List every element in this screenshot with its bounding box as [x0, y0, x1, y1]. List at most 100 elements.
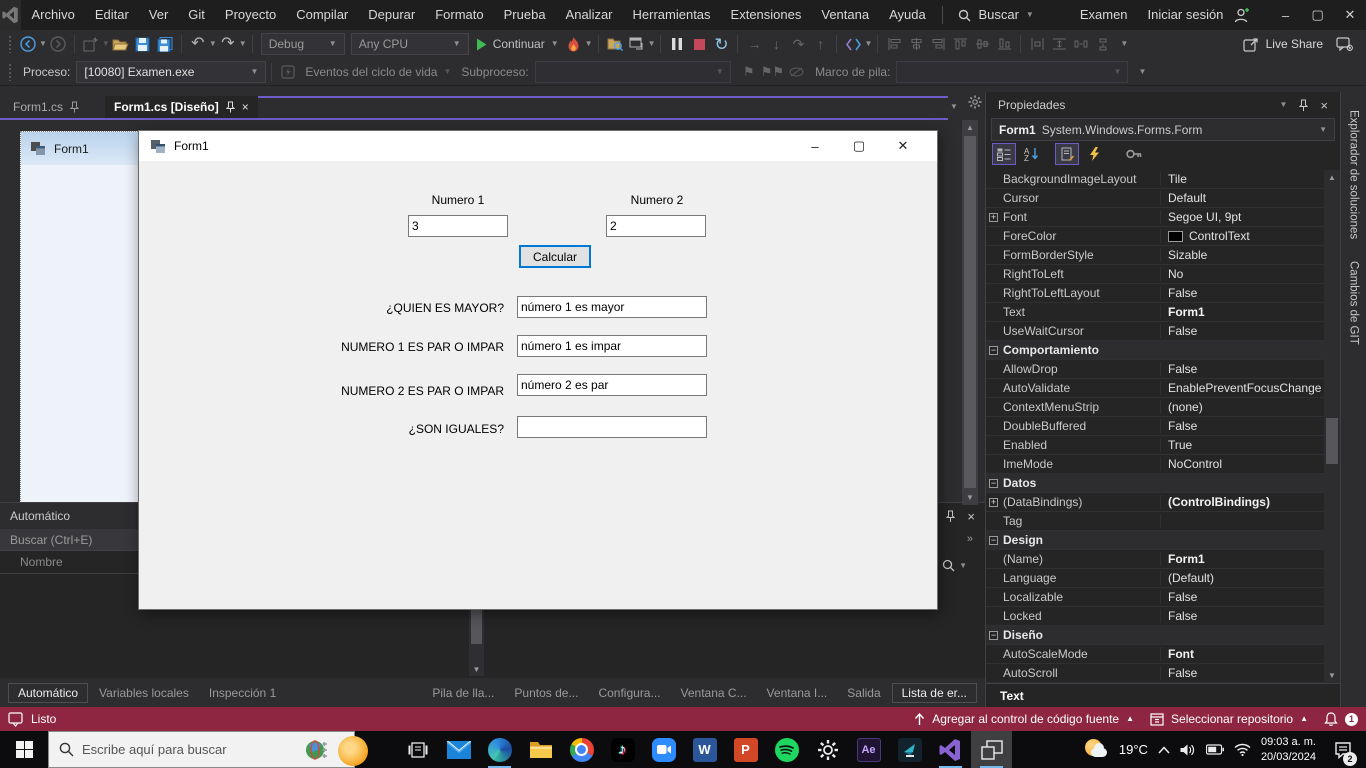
size-to-grid-button[interactable] — [1049, 33, 1069, 55]
tab-variables-locales[interactable]: Variables locales — [90, 684, 198, 702]
property-row[interactable]: AllowDropFalse — [986, 360, 1325, 379]
scrollbar-thumb[interactable] — [1326, 418, 1338, 464]
vertical-spacing-button[interactable] — [1093, 33, 1113, 55]
step-out-button[interactable]: ↑ — [810, 33, 830, 55]
property-row[interactable]: AutoValidateEnablePreventFocusChange — [986, 379, 1325, 398]
pin-icon[interactable] — [70, 101, 79, 113]
property-row[interactable]: BackgroundImageLayoutTile — [986, 170, 1325, 189]
spotify-app-icon[interactable] — [766, 731, 807, 768]
property-row[interactable]: CursorDefault — [986, 189, 1325, 208]
chevron-down-icon[interactable]: ▼ — [239, 40, 247, 48]
clock[interactable]: 09:03 a. m. 20/03/2024 — [1261, 735, 1316, 765]
menu-extensiones[interactable]: Extensiones — [721, 0, 812, 30]
property-row[interactable]: RightToLeftNo — [986, 265, 1325, 284]
expand-icon[interactable]: + — [989, 213, 998, 222]
tab-automatico[interactable]: Automático — [8, 683, 88, 703]
tab-explorador-de-soluciones[interactable]: Explorador de soluciones — [1348, 110, 1360, 239]
property-row[interactable]: RightToLeftLayoutFalse — [986, 284, 1325, 303]
edge-browser-icon[interactable] — [479, 731, 520, 768]
menu-git[interactable]: Git — [178, 0, 215, 30]
properties-view-button[interactable] — [1055, 143, 1079, 165]
panel-search-button[interactable]: ▼ — [942, 559, 967, 572]
horizontal-spacing-button[interactable] — [1071, 33, 1091, 55]
select-repository-button[interactable]: Seleccionar repositorio ▲ — [1150, 712, 1308, 726]
window-close-button[interactable]: ✕ — [1334, 0, 1366, 30]
property-row[interactable]: EnabledTrue — [986, 436, 1325, 455]
sign-in-link[interactable]: Iniciar sesión — [1138, 0, 1234, 30]
navigate-forward-button[interactable] — [48, 33, 68, 55]
visual-studio-app-icon[interactable] — [930, 731, 971, 768]
collapse-icon[interactable]: − — [989, 346, 998, 355]
tab-configuracion[interactable]: Configura... — [589, 684, 669, 702]
save-button[interactable] — [133, 33, 153, 55]
close-icon[interactable]: × — [242, 100, 249, 114]
solution-configurations-dropdown[interactable]: Debug ▼ — [261, 33, 345, 55]
menu-herramientas[interactable]: Herramientas — [623, 0, 721, 30]
show-hidden-icons-chevron[interactable] — [1158, 746, 1170, 754]
property-row[interactable]: Tag — [986, 512, 1325, 531]
property-pages-button[interactable] — [1122, 143, 1146, 165]
pin-icon[interactable] — [226, 101, 235, 113]
tab-ventana-inmediato[interactable]: Ventana I... — [758, 684, 837, 702]
chevron-down-icon[interactable]: ▼ — [585, 40, 593, 48]
menu-proyecto[interactable]: Proyecto — [215, 0, 286, 30]
align-centers-button[interactable] — [906, 33, 926, 55]
menu-editar[interactable]: Editar — [85, 0, 139, 30]
notifications-bell-button[interactable]: 1 — [1324, 712, 1358, 727]
property-row[interactable]: ImeModeNoControl — [986, 455, 1325, 474]
flag-threads-icon[interactable]: ⚑ — [739, 61, 759, 83]
make-same-width-button[interactable] — [1027, 33, 1047, 55]
tab-list-dropdown[interactable]: ▼ — [950, 98, 958, 112]
expand-icon[interactable]: + — [989, 498, 998, 507]
sign-in-user-icon[interactable] — [1233, 8, 1249, 23]
feedback-icon[interactable] — [1334, 33, 1354, 55]
scroll-down-arrow[interactable]: ▼ — [1324, 671, 1340, 680]
window-position-dropdown[interactable]: ▼ — [1279, 101, 1287, 109]
close-icon[interactable]: × — [1320, 98, 1328, 113]
hot-reload-button[interactable] — [564, 33, 584, 55]
lifecycle-events-icon[interactable] — [278, 61, 298, 83]
chevron-down-icon[interactable]: ▼ — [209, 40, 217, 48]
code-cleanup-button[interactable] — [843, 33, 863, 55]
numero2-input[interactable] — [606, 215, 706, 237]
chevron-down-icon[interactable]: ▼ — [102, 40, 110, 48]
align-bottoms-button[interactable] — [994, 33, 1014, 55]
stack-frame-dropdown[interactable]: ▼ — [896, 61, 1128, 83]
menu-prueba[interactable]: Prueba — [494, 0, 556, 30]
tiktok-app-icon[interactable]: ♪ — [602, 731, 643, 768]
weather-tray-icon[interactable] — [1083, 738, 1109, 762]
solution-platforms-dropdown[interactable]: Any CPU ▼ — [351, 33, 469, 55]
save-all-button[interactable] — [155, 33, 175, 55]
live-share-button[interactable]: Live Share — [1243, 33, 1323, 55]
scroll-up-arrow[interactable]: ▲ — [962, 123, 978, 132]
toolbar-grip[interactable] — [8, 63, 13, 81]
calcular-button[interactable]: Calcular — [519, 245, 591, 268]
step-over-button[interactable]: ↷ — [788, 33, 808, 55]
after-effects-app-icon[interactable]: Ae — [848, 731, 889, 768]
events-button[interactable] — [1082, 143, 1106, 165]
open-file-button[interactable] — [111, 33, 131, 55]
gear-icon[interactable] — [968, 95, 982, 109]
align-middles-button[interactable] — [972, 33, 992, 55]
new-project-button[interactable] — [81, 33, 101, 55]
menu-depurar[interactable]: Depurar — [358, 0, 425, 30]
quien-es-mayor-output[interactable] — [517, 296, 707, 318]
flag-group-icon[interactable]: ⚑⚑ — [761, 61, 784, 83]
property-row[interactable]: FormBorderStyleSizable — [986, 246, 1325, 265]
show-next-statement-button[interactable]: → — [744, 33, 764, 55]
editor-scrollbar[interactable]: ▲ ▼ — [962, 120, 978, 505]
tab-inspeccion-1[interactable]: Inspección 1 — [200, 684, 285, 702]
tab-ventana-comandos[interactable]: Ventana C... — [672, 684, 756, 702]
property-row[interactable]: (Name)Form1 — [986, 550, 1325, 569]
projector-app-icon[interactable] — [889, 731, 930, 768]
menu-formato[interactable]: Formato — [425, 0, 493, 30]
menu-analizar[interactable]: Analizar — [556, 0, 623, 30]
undo-button[interactable]: ↶ — [188, 33, 208, 55]
num1-par-impar-output[interactable] — [517, 335, 707, 357]
alphabetical-view-button[interactable]: AZ — [1019, 143, 1043, 165]
volume-icon[interactable] — [1180, 743, 1196, 757]
thread-dropdown[interactable]: ▼ — [535, 61, 731, 83]
app-window-titlebar[interactable]: Form1 – ▢ ✕ — [139, 131, 937, 161]
property-category-row[interactable]: −Diseño — [986, 626, 1325, 645]
num2-par-impar-output[interactable] — [517, 374, 707, 396]
